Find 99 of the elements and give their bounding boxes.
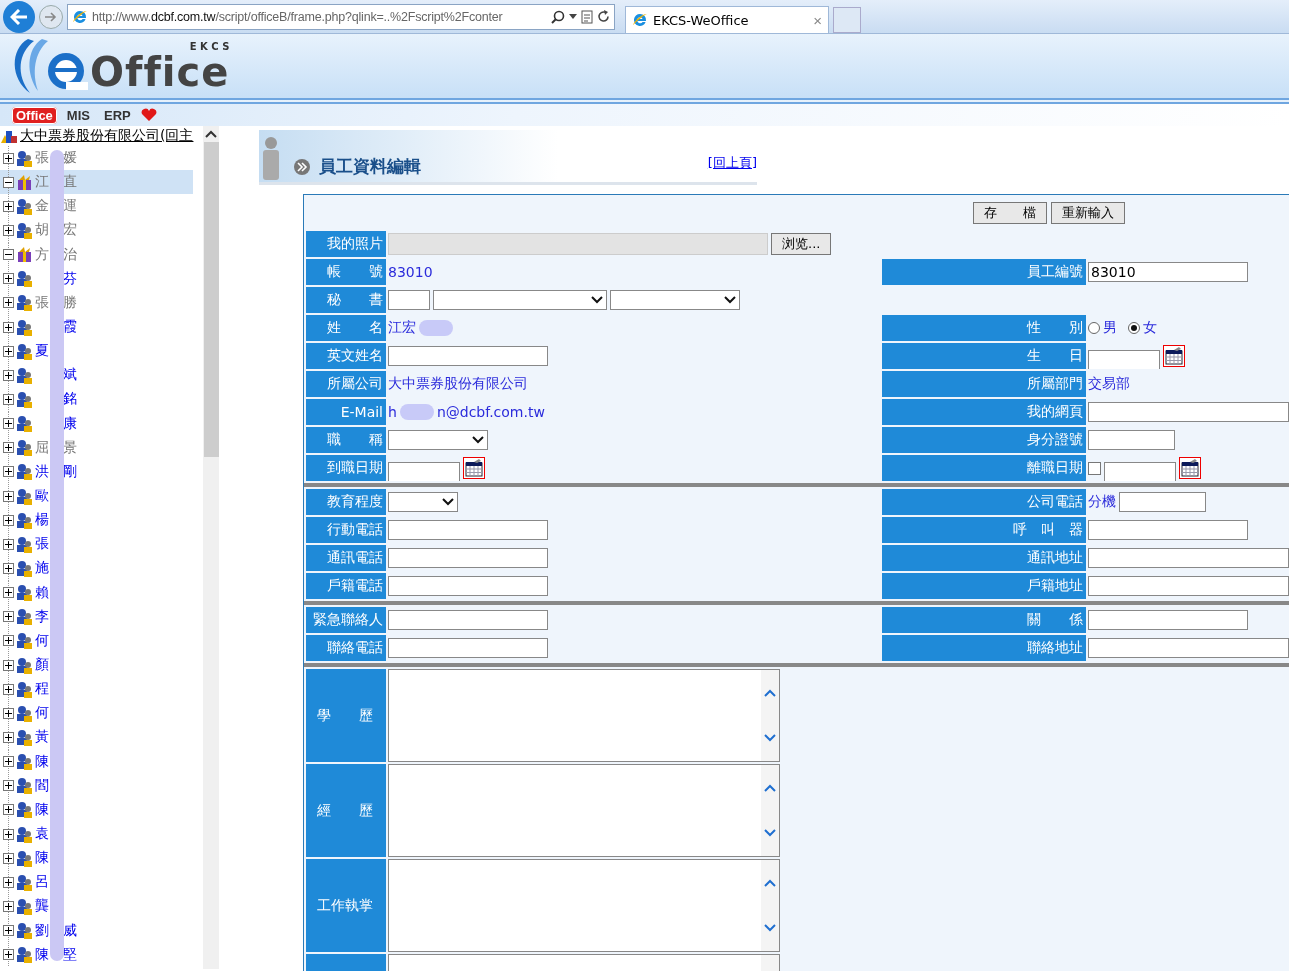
employee-link[interactable]: 勝 (63, 293, 77, 312)
field-label: 離職日期 (882, 455, 1086, 481)
field-label: 英文姓名 (306, 343, 386, 369)
company-link[interactable]: 大中票券股份有限公司(回主 (20, 127, 194, 145)
employee-link[interactable]: 芬 (63, 269, 77, 288)
employee-link[interactable]: 賴 (35, 583, 49, 602)
address-bar[interactable]: http://www.dcbf.com.tw/script/officeB/frame.php?qlink=..%2Fscript%2Fconter (67, 3, 615, 30)
field-label: 教育程度 (306, 489, 386, 515)
field-label: 聯絡地址 (882, 635, 1086, 661)
employee-link[interactable]: 施 (35, 559, 49, 578)
employee-link[interactable]: 胡 (35, 221, 49, 240)
field-label: 職 稱 (306, 427, 386, 453)
employee-link[interactable]: 黃 (35, 728, 49, 747)
radio-label: 男 (1103, 319, 1117, 337)
back-link[interactable]: [回上頁] (707, 154, 757, 172)
employee-link[interactable]: 呂 (35, 873, 49, 892)
employee-link[interactable]: 歐 (35, 487, 49, 506)
employee-link[interactable]: 陳 (35, 945, 49, 964)
employee-link[interactable]: 直 (63, 173, 77, 192)
employee-link[interactable]: 袁 (35, 825, 49, 843)
employee-link[interactable]: 陳 (35, 752, 49, 771)
field-label: 員工編號 (882, 259, 1086, 285)
employee-link[interactable]: 程 (35, 680, 49, 699)
employee-link[interactable]: 閻 (35, 776, 49, 795)
employee-link[interactable]: 剛 (63, 462, 77, 481)
employee-link[interactable]: 夏 (35, 342, 49, 361)
field-label: 呼 叫 器 (882, 517, 1086, 543)
field-label: 經 歷 (306, 764, 386, 857)
employee-link[interactable]: 屈 (35, 438, 49, 457)
employee-link[interactable]: 何 (35, 704, 49, 723)
employee-link[interactable]: 運 (63, 197, 77, 216)
employee-link[interactable]: 龔 (35, 897, 49, 916)
field-label: 所屬公司 (306, 371, 386, 397)
input-field[interactable]: 83010 (1088, 262, 1248, 282)
employee-link[interactable]: 媛 (63, 149, 77, 168)
employee-link[interactable]: 劉 (35, 921, 49, 940)
employee-link[interactable]: 江 (35, 173, 49, 192)
field-value: 交易部 (1088, 375, 1130, 393)
field-value: 分機 (1088, 493, 1116, 511)
field-label: 聯絡電話 (306, 635, 386, 661)
field-label: 帳 號 (306, 259, 386, 285)
employee-link[interactable]: 顏 (35, 656, 49, 674)
field-value: 江宏 (388, 319, 416, 337)
field-label: 身分證號 (882, 427, 1086, 453)
field-label: 秘 書 (306, 287, 386, 313)
employee-link[interactable]: 方 (35, 245, 49, 264)
module-tab[interactable]: Office (12, 106, 57, 124)
employee-link[interactable]: 何 (35, 631, 49, 650)
employee-link[interactable]: 李 (35, 607, 49, 626)
field-label: E-Mail (306, 399, 386, 425)
field-label: 性 別 (882, 315, 1086, 341)
employee-link[interactable]: 霞 (63, 318, 77, 337)
field-label: 生 日 (882, 343, 1086, 369)
employee-link[interactable]: 威 (63, 921, 77, 940)
field-label: 行動電話 (306, 517, 386, 543)
field-label: 通訊地址 (882, 545, 1086, 571)
close-tab-button[interactable]: × (813, 11, 822, 29)
employee-link[interactable]: 張 (35, 149, 49, 168)
logo-text: Office (90, 51, 230, 92)
form-button[interactable]: 重新輸入 (1051, 202, 1125, 224)
browser-tab[interactable]: EKCS-WeOffice × (625, 6, 829, 33)
field-value: 大中票券股份有限公司 (388, 375, 528, 393)
field-value: 83010 (388, 264, 433, 280)
field-label: 我的網頁 (882, 399, 1086, 425)
field-label: 緊急聯絡人 (306, 607, 386, 633)
logo-subtitle: E K C S (189, 40, 230, 52)
employee-link[interactable]: 宏 (63, 221, 77, 240)
radio-label: 女 (1143, 319, 1157, 337)
employee-link[interactable]: 金 (35, 197, 49, 216)
employee-link[interactable]: 陳 (35, 849, 49, 868)
page-title: 員工資料編輯 (319, 155, 422, 178)
employee-link[interactable]: 張 (35, 293, 49, 312)
form-button[interactable]: 存 檔 (973, 202, 1047, 224)
employee-link[interactable]: 洪 (35, 462, 49, 481)
module-tab[interactable]: ERP (99, 106, 135, 124)
field-value: h (388, 404, 397, 420)
employee-link[interactable]: 楊 (35, 511, 49, 530)
employee-link[interactable]: 景 (63, 438, 77, 457)
field-label: 所屬部門 (882, 371, 1086, 397)
field-label: 關 係 (882, 607, 1086, 633)
employee-link[interactable]: 銘 (63, 390, 77, 409)
module-tab[interactable]: MIS (62, 106, 94, 124)
employee-link[interactable]: 治 (63, 245, 77, 264)
field-value: n@dcbf.com.tw (436, 404, 545, 420)
field-label: 姓 名 (306, 315, 386, 341)
field-label: 公司電話 (882, 489, 1086, 515)
field-label: 戶籍電話 (306, 573, 386, 599)
field-label: 到職日期 (306, 455, 386, 481)
employee-link[interactable]: 張 (35, 535, 49, 554)
field-label: 學 歷 (306, 669, 386, 762)
browse-button[interactable]: 浏览... (771, 233, 832, 255)
employee-link[interactable]: 陳 (35, 800, 49, 819)
employee-link[interactable]: 康 (63, 414, 77, 433)
field-label: 我的照片 (306, 231, 386, 257)
field-label: 通訊電話 (306, 545, 386, 571)
field-label: 戶籍地址 (882, 573, 1086, 599)
employee-link[interactable]: 堅 (63, 945, 77, 964)
field-label: 工作執掌 (306, 859, 386, 952)
employee-link[interactable]: 斌 (63, 366, 77, 385)
